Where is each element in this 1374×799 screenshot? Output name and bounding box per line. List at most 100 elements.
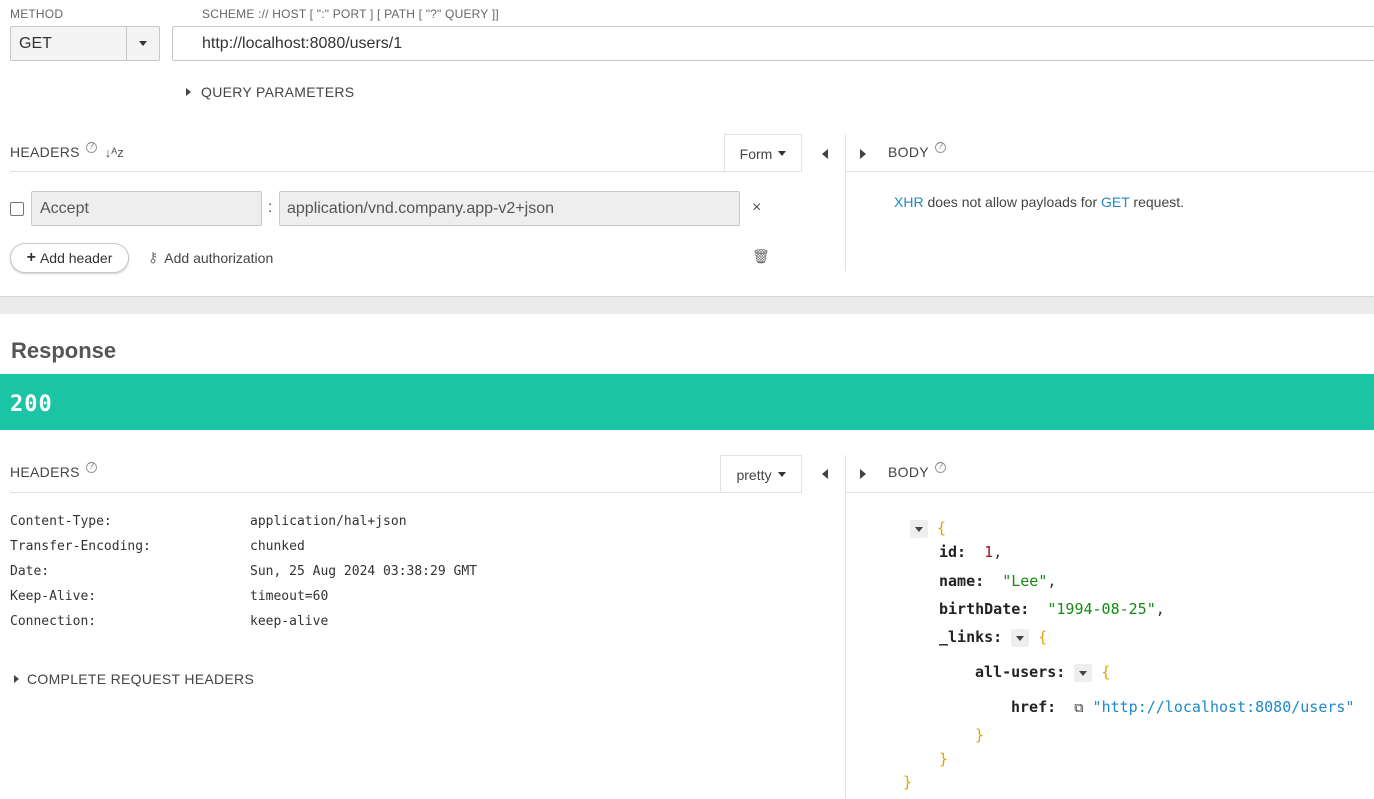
- collapse-left-button[interactable]: [822, 146, 828, 164]
- chevron-down-icon: [777, 472, 786, 477]
- caret-right-icon: [860, 149, 866, 159]
- response-headers-mode-select[interactable]: pretty: [720, 455, 802, 493]
- header-separator: :: [268, 199, 273, 216]
- query-parameters-toggle[interactable]: QUERY PARAMETERS: [186, 84, 354, 100]
- help-icon[interactable]: ?: [85, 461, 97, 473]
- help-icon[interactable]: ?: [934, 461, 946, 473]
- collapse-left-button[interactable]: [822, 466, 828, 484]
- help-icon[interactable]: ?: [85, 141, 97, 153]
- key-icon: ⚷: [148, 249, 159, 265]
- request-body-title: BODY: [888, 144, 929, 160]
- expand-right-button[interactable]: [860, 146, 866, 164]
- message-text: request.: [1129, 194, 1185, 210]
- complete-request-headers-label: COMPLETE REQUEST HEADERS: [27, 671, 255, 687]
- caret-right-icon: [186, 88, 191, 96]
- expand-right-button[interactable]: [860, 466, 866, 484]
- json-line-birthdate: birthDate: "1994-08-25",: [939, 600, 1165, 618]
- chevron-down-icon: [1079, 670, 1088, 676]
- message-text: does not allow payloads for: [923, 194, 1102, 210]
- panel-divider: [845, 134, 846, 271]
- collapse-toggle[interactable]: [1074, 663, 1093, 682]
- response-header-name: Keep-Alive:: [10, 589, 97, 604]
- remove-header-icon[interactable]: ×: [752, 199, 761, 217]
- response-headers-header: HEADERS ?: [10, 461, 97, 480]
- response-body-header: BODY ?: [888, 461, 946, 480]
- divider: [846, 492, 1374, 493]
- response-header-name: Connection:: [10, 614, 97, 629]
- add-authorization-button[interactable]: ⚷ Add authorization: [148, 249, 273, 266]
- response-header-name: Content-Type:: [10, 514, 112, 529]
- section-separator: [0, 296, 1374, 314]
- response-headers-mode-label: pretty: [736, 466, 772, 483]
- response-header-value: timeout=60: [250, 589, 329, 604]
- response-title: Response: [11, 338, 117, 363]
- headers-mode-label: Form: [739, 145, 773, 162]
- trash-icon[interactable]: 🗑: [752, 248, 770, 265]
- caret-left-icon: [822, 469, 828, 479]
- json-line-id: id: 1,: [939, 543, 1002, 561]
- response-header-name: Transfer-Encoding:: [10, 539, 151, 554]
- json-comma: ,: [993, 543, 1003, 561]
- response-header-value: application/hal+json: [250, 514, 407, 529]
- panel-divider: [845, 455, 846, 799]
- json-comma: ,: [1155, 600, 1165, 618]
- json-brace: }: [939, 750, 949, 768]
- header-name-input[interactable]: Accept: [31, 191, 262, 226]
- json-line-href: href: ⧉ "http://localhost:8080/users": [1011, 698, 1354, 716]
- divider: [10, 492, 802, 493]
- chevron-down-icon: [915, 526, 923, 532]
- add-authorization-label: Add authorization: [164, 249, 274, 266]
- request-body-header: BODY ?: [888, 141, 946, 160]
- json-brace: }: [903, 773, 913, 791]
- complete-request-headers-toggle[interactable]: COMPLETE REQUEST HEADERS: [14, 671, 254, 687]
- json-string: "Lee": [1002, 572, 1048, 590]
- response-header-value: chunked: [250, 539, 305, 554]
- json-line-all-users: all-users: {: [975, 663, 1110, 682]
- external-link-icon[interactable]: ⧉: [1074, 701, 1083, 716]
- json-key: _links:: [939, 628, 1003, 646]
- help-icon[interactable]: ?: [934, 141, 946, 153]
- json-root-open: {: [910, 519, 946, 538]
- sort-icon[interactable]: ↓ᴬz: [105, 145, 124, 160]
- url-input[interactable]: http://localhost:8080/users/1: [172, 26, 1374, 61]
- xhr-link[interactable]: XHR: [894, 194, 924, 210]
- chevron-down-icon: [139, 41, 147, 46]
- collapse-toggle[interactable]: [910, 519, 928, 538]
- header-value-input[interactable]: application/vnd.company.app-v2+json: [279, 191, 740, 226]
- method-value: GET: [19, 35, 52, 52]
- json-line-name: name: "Lee",: [939, 572, 1056, 590]
- method-select[interactable]: GET: [10, 26, 160, 61]
- json-link[interactable]: "http://localhost:8080/users": [1093, 698, 1355, 716]
- json-key: id:: [939, 543, 967, 561]
- request-headers-title: HEADERS: [10, 144, 80, 160]
- json-key: name:: [939, 572, 985, 590]
- request-headers-header: HEADERS ? ↓ᴬz: [10, 141, 124, 160]
- json-line-links: _links: {: [939, 628, 1047, 647]
- plus-icon: +: [26, 249, 36, 266]
- response-body-title: BODY: [888, 464, 929, 480]
- caret-left-icon: [822, 149, 828, 159]
- json-brace: }: [975, 726, 985, 744]
- add-header-button[interactable]: + Add header: [10, 243, 129, 273]
- json-brace: {: [1038, 628, 1048, 646]
- method-link[interactable]: GET: [1101, 194, 1130, 210]
- response-header-value: keep-alive: [250, 614, 329, 629]
- json-key: all-users:: [975, 663, 1066, 681]
- json-key: href:: [1011, 698, 1057, 716]
- status-code: 200: [10, 392, 53, 417]
- json-brace: {: [937, 519, 947, 537]
- chevron-down-icon: [778, 151, 787, 156]
- headers-mode-select[interactable]: Form: [724, 134, 802, 172]
- header-enabled-checkbox[interactable]: [10, 202, 24, 216]
- json-number: 1: [984, 543, 994, 561]
- query-parameters-label: QUERY PARAMETERS: [201, 84, 355, 100]
- response-header-value: Sun, 25 Aug 2024 03:38:29 GMT: [250, 564, 477, 579]
- caret-right-icon: [860, 469, 866, 479]
- caret-right-icon: [14, 675, 19, 683]
- divider: [10, 171, 802, 172]
- method-dropdown-toggle[interactable]: [126, 27, 159, 60]
- json-comma: ,: [1047, 572, 1057, 590]
- status-bar: [0, 374, 1374, 430]
- collapse-toggle[interactable]: [1011, 628, 1030, 647]
- json-brace: {: [1101, 663, 1111, 681]
